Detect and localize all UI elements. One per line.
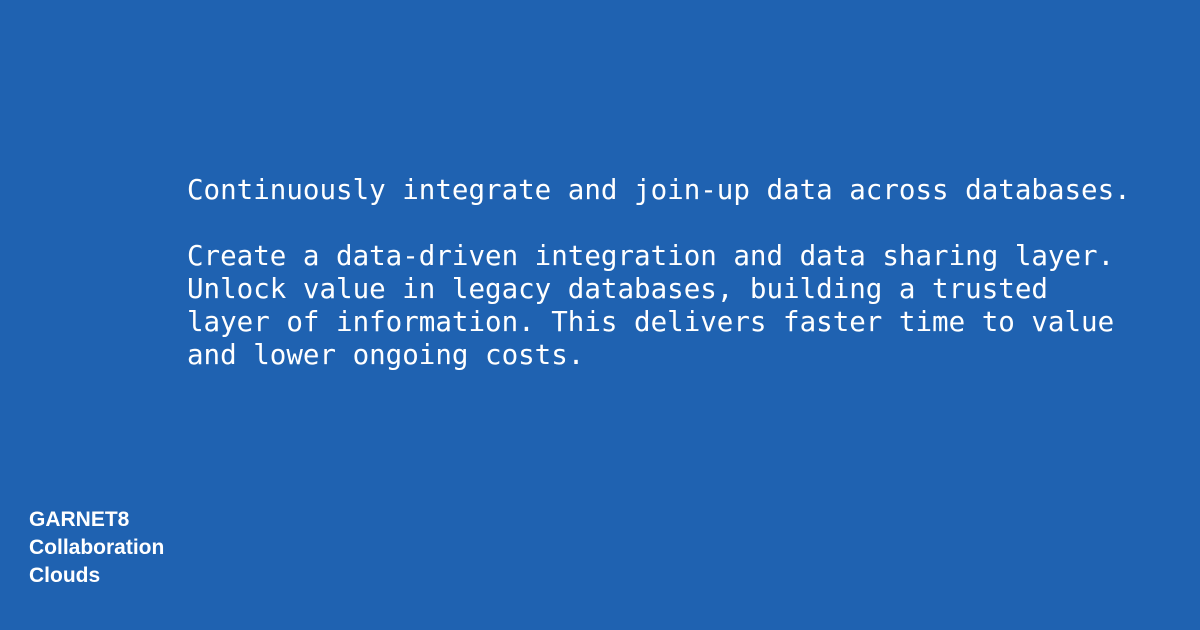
headline: Continuously integrate and join-up data … bbox=[187, 174, 1131, 206]
brand-line-name: GARNET8 bbox=[29, 508, 130, 531]
brand-line-clouds: Clouds bbox=[29, 564, 101, 587]
body-line: layer of information. This delivers fast… bbox=[187, 306, 1115, 338]
body-line: and lower ongoing costs. bbox=[187, 339, 585, 371]
body-line: Unlock value in legacy databases, buildi… bbox=[187, 273, 1048, 305]
brand-logo-text: GARNET8 Collaboration Clouds bbox=[29, 506, 164, 590]
message-block: Continuously integrate and join-up data … bbox=[187, 174, 1177, 372]
brand-line-collaboration: Collaboration bbox=[29, 536, 165, 559]
social-card: Continuously integrate and join-up data … bbox=[0, 0, 1200, 630]
body-line: Create a data-driven integration and dat… bbox=[187, 240, 1115, 272]
